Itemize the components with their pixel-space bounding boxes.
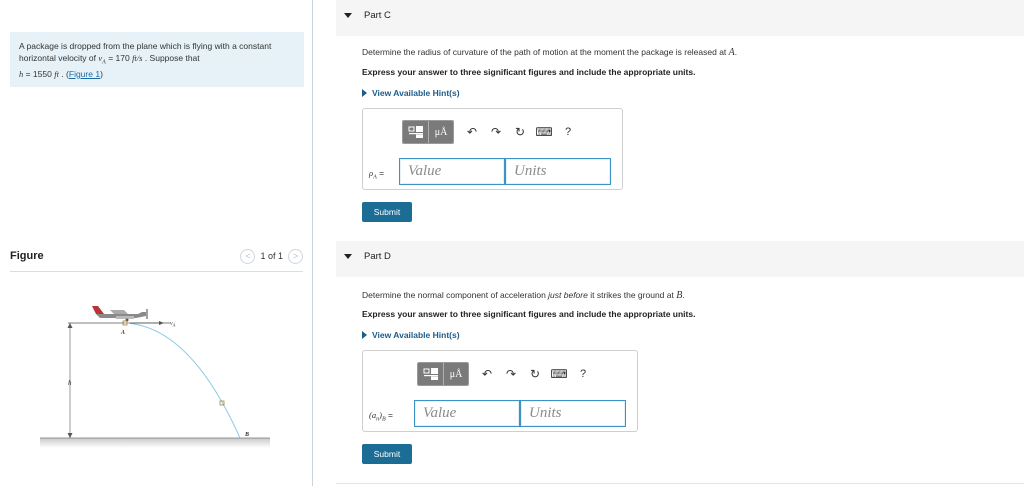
part-d-title: Part D [364, 251, 391, 262]
part-d-answer-label: (an)B = [369, 410, 393, 423]
part-c-toolbar: μÅ ↶ ↷ ↻ ⌨ ? [402, 120, 580, 144]
part-d-submit-button[interactable]: Submit [362, 444, 412, 464]
airplane-icon [92, 306, 148, 322]
velocity-value: = 170 [105, 52, 133, 63]
velocity-label: vA [170, 321, 176, 328]
part-d-value-input[interactable]: Value [414, 400, 520, 427]
reset-icon[interactable]: ↻ [508, 121, 532, 143]
part-d-question: Determine the normal component of accele… [362, 290, 685, 301]
template-group: μÅ [402, 120, 454, 144]
part-d-hint-toggle[interactable]: View Available Hint(s) [362, 330, 460, 340]
collapse-caret-icon[interactable] [344, 13, 352, 18]
figure-header: Figure < 1 of 1 > [10, 248, 303, 272]
undo-icon[interactable]: ↶ [475, 363, 499, 385]
projectile-figure: h vA A B [40, 306, 270, 448]
part-c-answer-label: ρA = [369, 168, 385, 181]
hint-label: View Available Hint(s) [372, 88, 460, 98]
prev-figure-button[interactable]: < [240, 248, 256, 264]
ground [40, 438, 270, 448]
part-c-answer-box: μÅ ↶ ↷ ↻ ⌨ ? ρA = Value Units [362, 108, 623, 190]
problem-panel: A package is dropped from the plane whic… [0, 0, 313, 486]
part-c-value-input[interactable]: Value [399, 158, 505, 185]
figure-page-label: 1 of 1 [260, 251, 283, 261]
fraction-template-icon[interactable] [403, 121, 428, 143]
part-d-header[interactable]: Part D [336, 241, 1024, 277]
part-c-question: Determine the radius of curvature of the… [362, 47, 738, 58]
redo-icon[interactable]: ↷ [484, 121, 508, 143]
keyboard-icon[interactable]: ⌨ [547, 363, 571, 385]
collapse-caret-icon[interactable] [344, 254, 352, 259]
fraction-template-icon[interactable] [418, 363, 443, 385]
height-arrow-bottom [67, 433, 73, 438]
point-B-label: B [244, 432, 249, 438]
figure-pager: < 1 of 1 > [240, 248, 303, 264]
part-c-instruction: Express your answer to three significant… [362, 67, 696, 77]
undo-icon[interactable]: ↶ [460, 121, 484, 143]
next-figure-button[interactable]: > [288, 248, 303, 264]
part-c-submit-button[interactable]: Submit [362, 202, 412, 222]
template-group: μÅ [417, 362, 469, 386]
height-arrow-top [67, 323, 73, 328]
trajectory-path [124, 322, 241, 439]
part-c-units-input[interactable]: Units [505, 158, 611, 185]
hint-caret-icon [362, 89, 367, 97]
part-c-hint-toggle[interactable]: View Available Hint(s) [362, 88, 460, 98]
part-c-header[interactable]: Part C [336, 0, 1024, 36]
part-d-instruction: Express your answer to three significant… [362, 309, 696, 319]
redo-icon[interactable]: ↷ [499, 363, 523, 385]
problem-text-mid: . Suppose that [142, 52, 200, 63]
bottom-divider [336, 483, 1024, 484]
figure-link[interactable]: Figure 1 [69, 69, 100, 79]
velocity-arrowhead [159, 321, 164, 325]
part-d-units-input[interactable]: Units [520, 400, 626, 427]
height-value: = 1550 [23, 68, 55, 79]
problem-statement: A package is dropped from the plane whic… [10, 32, 304, 87]
help-icon[interactable]: ? [571, 363, 595, 385]
part-d-toolbar: μÅ ↶ ↷ ↻ ⌨ ? [417, 362, 595, 386]
velocity-unit: ft/s [132, 52, 143, 63]
hint-label: View Available Hint(s) [372, 330, 460, 340]
help-icon[interactable]: ? [556, 121, 580, 143]
figure-title: Figure [10, 250, 44, 262]
part-d-answer-box: μÅ ↶ ↷ ↻ ⌨ ? (an)B = Value Units [362, 350, 638, 432]
hint-caret-icon [362, 331, 367, 339]
part-c-title: Part C [364, 10, 391, 21]
units-template-button[interactable]: μÅ [428, 121, 453, 143]
height-label: h [68, 379, 72, 387]
keyboard-icon[interactable]: ⌨ [532, 121, 556, 143]
reset-icon[interactable]: ↻ [523, 363, 547, 385]
velocity-symbol: vA [98, 52, 106, 66]
point-A-label: A [120, 330, 125, 336]
units-template-button[interactable]: μÅ [443, 363, 468, 385]
